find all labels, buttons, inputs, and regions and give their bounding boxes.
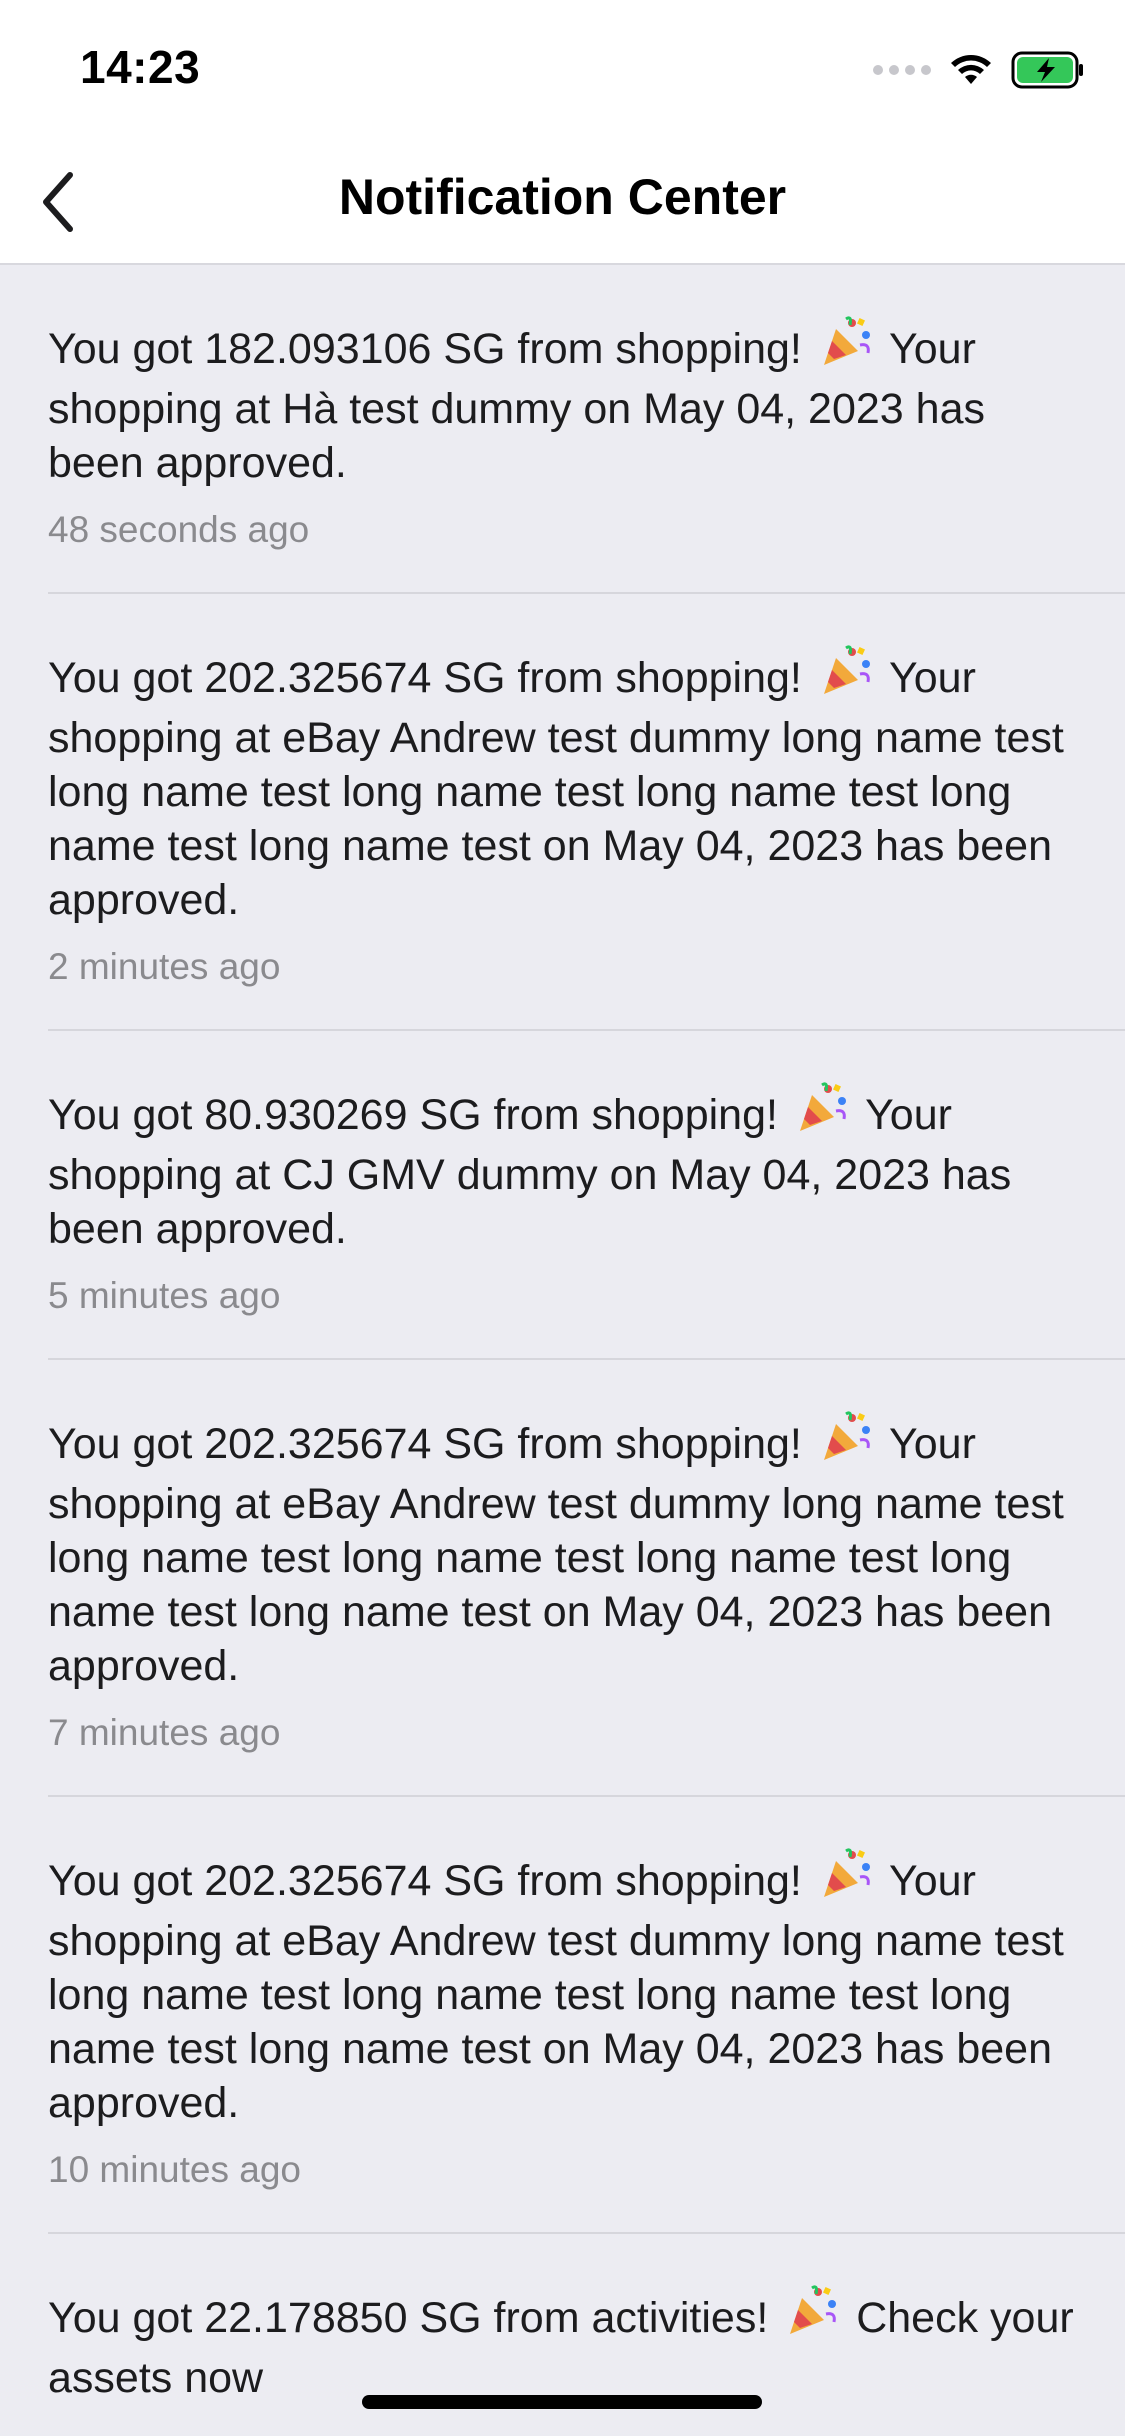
notification-message: You got 202.325674 SG from shopping! You… <box>48 1360 1085 1693</box>
notification-time: 5 minutes ago <box>48 1275 281 1316</box>
notification-item[interactable]: You got 182.093106 SG from shopping! You… <box>0 265 1125 592</box>
notification-time: 2 minutes ago <box>48 946 281 987</box>
notification-item[interactable]: You got 22.178850 SG from activities! Ch… <box>0 2234 1125 2405</box>
party-popper-icon <box>818 313 874 382</box>
notification-item[interactable]: You got 202.325674 SG from shopping! You… <box>0 1360 1125 1795</box>
notification-message: You got 202.325674 SG from shopping! You… <box>48 594 1085 927</box>
party-popper-icon <box>818 642 874 711</box>
notification-list: You got 182.093106 SG from shopping! You… <box>0 265 1125 2405</box>
party-popper-icon <box>818 1408 874 1477</box>
notification-message: You got 182.093106 SG from shopping! You… <box>48 265 1085 490</box>
notification-item[interactable]: You got 80.930269 SG from shopping! Your… <box>0 1031 1125 1358</box>
notification-time: 48 seconds ago <box>48 509 310 550</box>
status-bar: 14:23 <box>0 0 1125 140</box>
party-popper-icon <box>794 1079 850 1148</box>
wifi-icon <box>949 53 993 87</box>
status-time: 14:23 <box>80 41 201 93</box>
page-title: Notification Center <box>338 169 787 225</box>
notification-message: You got 202.325674 SG from shopping! You… <box>48 1797 1085 2130</box>
notification-item[interactable]: You got 202.325674 SG from shopping! You… <box>0 594 1125 1029</box>
cellular-signal-icon <box>873 65 931 75</box>
battery-charging-icon <box>1011 51 1085 89</box>
navigation-bar: Notification Center <box>0 140 1125 265</box>
notification-message: You got 80.930269 SG from shopping! Your… <box>48 1031 1085 1256</box>
status-icons <box>873 48 1085 92</box>
home-indicator[interactable] <box>362 2395 762 2409</box>
notification-time: 10 minutes ago <box>48 2149 302 2190</box>
notification-item[interactable]: You got 202.325674 SG from shopping! You… <box>0 1797 1125 2232</box>
notification-message: You got 22.178850 SG from activities! Ch… <box>48 2234 1085 2405</box>
party-popper-icon <box>818 1845 874 1914</box>
notification-center-screen: 14:23 Notification Center You got 182.09… <box>0 0 1125 2436</box>
party-popper-icon <box>784 2282 840 2351</box>
notification-time: 7 minutes ago <box>48 1712 281 1753</box>
